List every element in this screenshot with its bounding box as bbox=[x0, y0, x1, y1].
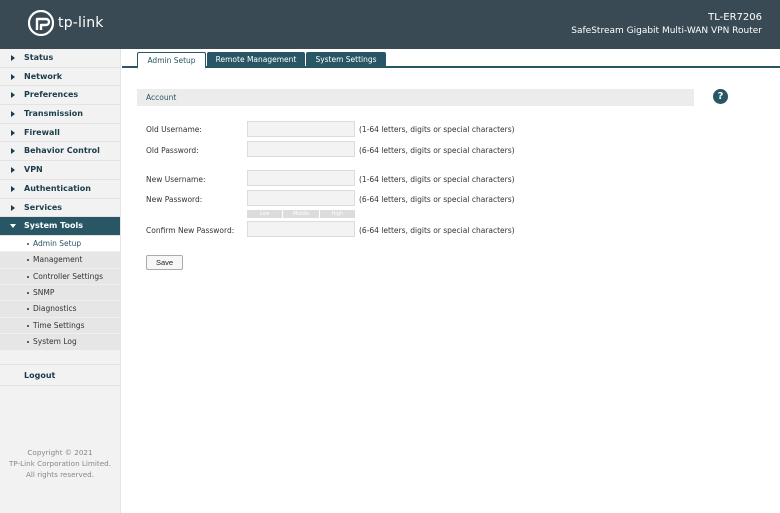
sidebar-subitem-label: Time Settings bbox=[33, 320, 85, 330]
sidebar-item-firewall[interactable]: Firewall bbox=[0, 124, 120, 143]
brand-name: tp-link bbox=[58, 15, 104, 31]
logout-link[interactable]: Logout bbox=[0, 364, 120, 386]
old-password-label: Old Password: bbox=[146, 146, 199, 155]
sidebar-subitem-admin-setup[interactable]: Admin Setup bbox=[0, 235, 120, 253]
strength-high: High bbox=[319, 210, 355, 218]
sidebar-subitem-label: Management bbox=[33, 255, 83, 265]
strength-middle: Middle bbox=[283, 210, 319, 218]
copyright-line: All rights reserved. bbox=[26, 470, 94, 479]
sidebar-subitem-management[interactable]: Management bbox=[0, 252, 120, 269]
help-icon[interactable]: ? bbox=[713, 89, 728, 104]
top-header: tp-link TL-ER7206 SafeStream Gigabit Mul… bbox=[0, 0, 780, 49]
chevron-right-icon bbox=[11, 73, 15, 80]
old-password-hint: (6-64 letters, digits or special charact… bbox=[359, 146, 515, 155]
new-password-hint: (6-64 letters, digits or special charact… bbox=[359, 195, 515, 204]
sidebar-item-label: Network bbox=[24, 71, 63, 81]
sidebar-subitem-label: Diagnostics bbox=[33, 304, 77, 314]
password-strength-meter: Low Middle High bbox=[247, 210, 355, 218]
strength-low: Low bbox=[247, 210, 283, 218]
sidebar-subitem-label: Admin Setup bbox=[33, 238, 82, 248]
sidebar-item-label: Firewall bbox=[24, 127, 60, 137]
chevron-right-icon bbox=[11, 167, 15, 174]
chevron-right-icon bbox=[11, 55, 15, 61]
chevron-right-icon bbox=[11, 111, 15, 118]
sidebar-subitem-controller-settings[interactable]: Controller Settings bbox=[0, 269, 120, 286]
sidebar-item-label: Status bbox=[24, 53, 54, 62]
sidebar-item-services[interactable]: Services bbox=[0, 199, 120, 218]
new-username-hint: (1-64 letters, digits or special charact… bbox=[359, 175, 515, 184]
sidebar-item-label: VPN bbox=[24, 165, 43, 175]
sidebar-subitem-diagnostics[interactable]: Diagnostics bbox=[0, 301, 120, 318]
sidebar-submenu: Admin Setup Management Controller Settin… bbox=[0, 235, 120, 351]
sidebar-item-transmission[interactable]: Transmission bbox=[0, 105, 120, 124]
chevron-right-icon bbox=[11, 204, 15, 211]
bullet-icon bbox=[27, 259, 29, 262]
bullet-icon bbox=[27, 275, 29, 278]
sidebar-subitem-label: SNMP bbox=[33, 288, 55, 298]
new-username-input[interactable] bbox=[247, 170, 355, 186]
sidebar-item-label: Preferences bbox=[24, 90, 79, 100]
sidebar-item-label: Behavior Control bbox=[24, 146, 100, 156]
chevron-right-icon bbox=[11, 148, 15, 155]
sidebar-item-authentication[interactable]: Authentication bbox=[0, 180, 120, 199]
sidebar-item-label: Services bbox=[24, 202, 63, 212]
chevron-right-icon bbox=[11, 129, 15, 136]
bullet-icon bbox=[27, 292, 29, 295]
sidebar-item-vpn[interactable]: VPN bbox=[0, 161, 120, 180]
sidebar-item-system-tools[interactable]: System Tools bbox=[0, 217, 120, 236]
copyright-line: TP-Link Corporation Limited. bbox=[9, 459, 111, 468]
old-username-input[interactable] bbox=[247, 121, 355, 137]
bullet-icon bbox=[27, 242, 29, 245]
section-header-account: Account bbox=[137, 89, 694, 106]
device-model: TL-ER7206 bbox=[708, 12, 762, 23]
tab-admin-setup[interactable]: Admin Setup bbox=[137, 52, 206, 69]
old-password-input[interactable] bbox=[247, 141, 355, 157]
sidebar-subitem-system-log[interactable]: System Log bbox=[0, 334, 120, 351]
new-password-input[interactable] bbox=[247, 190, 355, 206]
confirm-password-hint: (6-64 letters, digits or special charact… bbox=[359, 226, 515, 235]
tab-bar: Admin Setup Remote Management System Set… bbox=[122, 49, 780, 69]
sidebar-item-preferences[interactable]: Preferences bbox=[0, 86, 120, 106]
copyright-line: Copyright © 2021 bbox=[27, 448, 93, 457]
tp-link-logo-icon bbox=[28, 10, 54, 36]
confirm-password-label: Confirm New Password: bbox=[146, 226, 235, 235]
sidebar-subitem-label: System Log bbox=[33, 337, 77, 347]
sidebar-subitem-label: Controller Settings bbox=[33, 271, 104, 281]
new-password-label: New Password: bbox=[146, 195, 203, 204]
brand-logo: tp-link bbox=[28, 10, 104, 36]
sidebar-item-label: Authentication bbox=[24, 183, 91, 193]
bullet-icon bbox=[27, 308, 29, 311]
new-username-label: New Username: bbox=[146, 175, 206, 184]
confirm-password-input[interactable] bbox=[247, 221, 355, 237]
bullet-icon bbox=[27, 341, 29, 344]
old-username-hint: (1-64 letters, digits or special charact… bbox=[359, 125, 515, 134]
bullet-icon bbox=[27, 324, 29, 327]
copyright: Copyright © 2021 TP-Link Corporation Lim… bbox=[0, 447, 120, 480]
sidebar: Status Network Preferences Transmission … bbox=[0, 49, 121, 513]
sidebar-item-label: Transmission bbox=[24, 109, 83, 119]
save-button[interactable]: Save bbox=[146, 255, 183, 270]
old-username-label: Old Username: bbox=[146, 125, 202, 134]
sidebar-item-label: System Tools bbox=[24, 221, 83, 231]
chevron-right-icon bbox=[11, 92, 15, 99]
product-name: SafeStream Gigabit Multi-WAN VPN Router bbox=[571, 26, 762, 36]
sidebar-subitem-snmp[interactable]: SNMP bbox=[0, 285, 120, 302]
sidebar-item-network[interactable]: Network bbox=[0, 68, 120, 87]
tab-remote-management[interactable]: Remote Management bbox=[207, 52, 305, 68]
sidebar-item-behavior-control[interactable]: Behavior Control bbox=[0, 142, 120, 162]
chevron-right-icon bbox=[11, 185, 15, 192]
tab-system-settings[interactable]: System Settings bbox=[306, 52, 386, 68]
sidebar-subitem-time-settings[interactable]: Time Settings bbox=[0, 318, 120, 335]
sidebar-item-status[interactable]: Status bbox=[0, 49, 120, 68]
chevron-down-icon bbox=[10, 224, 16, 229]
